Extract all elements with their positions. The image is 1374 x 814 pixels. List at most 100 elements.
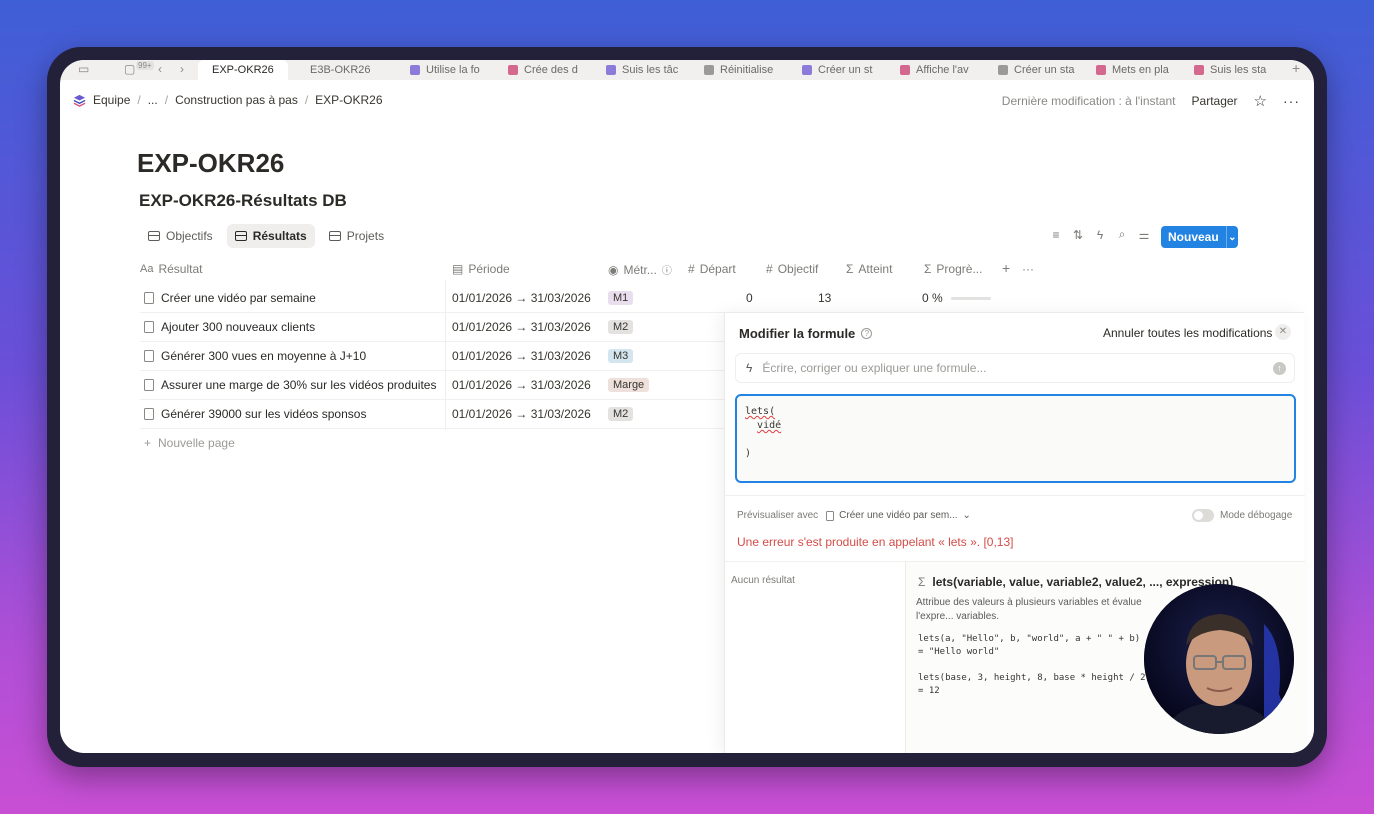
column-progression[interactable]: Σ Progrè... [924,262,982,276]
debug-toggle[interactable] [1192,509,1214,522]
tabs-overview-icon[interactable]: ▢ [124,62,135,76]
breadcrumb-separator: / [304,93,309,107]
new-page-button[interactable]: + Nouvelle page [144,436,235,450]
tab-label: Suis les tâc [622,64,679,76]
tab-exp-okr26[interactable]: EXP-OKR26 [198,60,288,80]
metric-tag: Marge [608,378,650,392]
table-row[interactable]: Créer une vidéo par semaine 01/01/2026 →… [140,284,1000,313]
column-periode[interactable]: ▤ Période [452,262,510,276]
table-icon [148,231,160,241]
settings-sliders-icon[interactable]: ⚌ [1138,228,1150,242]
topbar-actions: Dernière modification : à l'instant Part… [1002,92,1300,110]
database-title[interactable]: EXP-OKR26-Résultats DB [139,191,347,211]
row-metric[interactable]: M2 [608,319,634,334]
tab-label: Créer un sta [1014,64,1075,76]
row-period[interactable]: 01/01/2026 → 31/03/2026 [452,320,591,334]
tab-affiche[interactable]: Affiche l'av [900,60,980,80]
tab-suis[interactable]: Suis les tâc [606,60,686,80]
row-period[interactable]: 01/01/2026 → 31/03/2026 [452,291,591,305]
column-label: Progrè... [936,262,983,276]
formula-icon: Σ [846,262,854,276]
tab-mets[interactable]: Mets en pla [1096,60,1176,80]
share-button[interactable]: Partager [1192,94,1238,108]
page-icon [1194,65,1204,75]
preview-page-select[interactable]: Créer une vidéo par sem... ⌄ [826,510,971,521]
automation-icon[interactable]: ϟ [1094,228,1106,242]
row-name[interactable]: Créer une vidéo par semaine [144,291,316,305]
tab-creer-un-sta[interactable]: Créer un sta [998,60,1078,80]
breadcrumb-parent[interactable]: Construction pas à pas [175,93,298,107]
sidebar-toggle-icon[interactable]: ▭ [78,62,89,76]
signature-text: lets(variable, value, variable2, value2,… [932,575,1234,589]
ai-formula-input[interactable]: ϟ Écrire, corriger ou expliquer une form… [735,353,1295,383]
row-progress[interactable]: 0 % [922,291,991,305]
more-icon[interactable]: ··· [1283,93,1300,109]
tab-reinitialise[interactable]: Réinitialise [704,60,784,80]
filter-icon[interactable]: ≡ [1050,228,1062,242]
row-name[interactable]: Assurer une marge de 30% sur les vidéos … [144,378,436,392]
breadcrumb-ellipsis[interactable]: ... [148,93,158,107]
page-icon [998,65,1008,75]
row-period[interactable]: 01/01/2026 → 31/03/2026 [452,407,591,421]
text-type-icon: Aa [140,263,154,275]
page-icon [144,350,154,362]
row-target[interactable]: 13 [818,291,831,305]
column-atteint[interactable]: Σ Atteint [846,262,892,276]
row-name[interactable]: Générer 39000 sur les vidéos sponsos [144,407,366,421]
more-columns-icon[interactable]: ··· [1022,262,1034,276]
row-name[interactable]: Ajouter 300 nouveaux clients [144,320,315,334]
metric-tag: M3 [608,349,634,363]
example-code: lets(base, 3, height, 8, base * height /… [918,673,1151,683]
star-icon[interactable]: ☆ [1254,92,1267,110]
sigma-icon: Σ [918,575,926,589]
help-icon[interactable]: ? [861,328,873,339]
column-label: Période [468,262,510,276]
column-objectif[interactable]: # Objectif [766,262,818,276]
new-tab-icon[interactable]: + [1292,60,1300,76]
debug-label: Mode débogage [1220,510,1293,521]
row-period[interactable]: 01/01/2026 → 31/03/2026 [452,349,591,363]
column-metrique[interactable]: ◉ Métr... ⓘ [608,262,672,278]
search-icon[interactable]: ⌕ [1116,227,1128,242]
breadcrumb-workspace[interactable]: Equipe [93,93,130,107]
debug-mode: Mode débogage [1192,509,1292,522]
tab-label: E3B-OKR26 [310,64,371,76]
page-icon [826,510,835,521]
row-metric[interactable]: M1 [608,290,634,305]
tab-e3b-okr26[interactable]: E3B-OKR26 [310,60,390,80]
cancel-all-button[interactable]: Annuler toutes les modifications [1103,326,1272,340]
forward-icon[interactable]: › [180,62,184,76]
sort-icon[interactable]: ⇅ [1072,228,1084,242]
tab-projets[interactable]: Projets [321,224,392,248]
page-icon [606,65,616,75]
tab-cree[interactable]: Crée des d [508,60,588,80]
row-metric[interactable]: Marge [608,377,650,392]
close-icon[interactable]: ✕ [1275,324,1291,340]
breadcrumb-current[interactable]: EXP-OKR26 [315,93,382,107]
chevron-down-icon[interactable]: ⌄ [1227,232,1238,243]
row-start[interactable]: 0 [746,291,753,305]
row-period[interactable]: 01/01/2026 → 31/03/2026 [452,378,591,392]
formula-code-editor[interactable]: lets( vidé ) [735,394,1296,483]
tab-objectifs[interactable]: Objectifs [140,224,221,248]
database-toolbar: ≡ ⇅ ϟ ⌕ ⚌ [1050,227,1150,242]
view-label: Projets [346,229,385,243]
tab-creer-un-st[interactable]: Créer un st [802,60,882,80]
tab-suis-les-sta[interactable]: Suis les sta [1194,60,1274,80]
column-depart[interactable]: # Départ [688,262,736,276]
tab-resultats[interactable]: Résultats [226,224,315,248]
breadcrumb-separator: / [164,93,169,107]
row-metric[interactable]: M2 [608,406,634,421]
send-arrow-icon[interactable]: ↑ [1273,362,1286,375]
row-name[interactable]: Générer 300 vues en moyenne à J+10 [144,349,366,363]
new-button[interactable]: Nouveau ⌄ [1161,226,1238,248]
divider [725,495,1305,496]
page-icon [410,65,420,75]
page-title: EXP-OKR26 [137,148,285,178]
back-icon[interactable]: ‹ [158,62,162,76]
tab-utilise[interactable]: Utilise la fo [410,60,490,80]
column-resultat[interactable]: Aa Résultat [140,262,203,276]
row-metric[interactable]: M3 [608,348,634,363]
column-label: Résultat [158,262,203,276]
add-column-icon[interactable]: + [1002,260,1010,276]
